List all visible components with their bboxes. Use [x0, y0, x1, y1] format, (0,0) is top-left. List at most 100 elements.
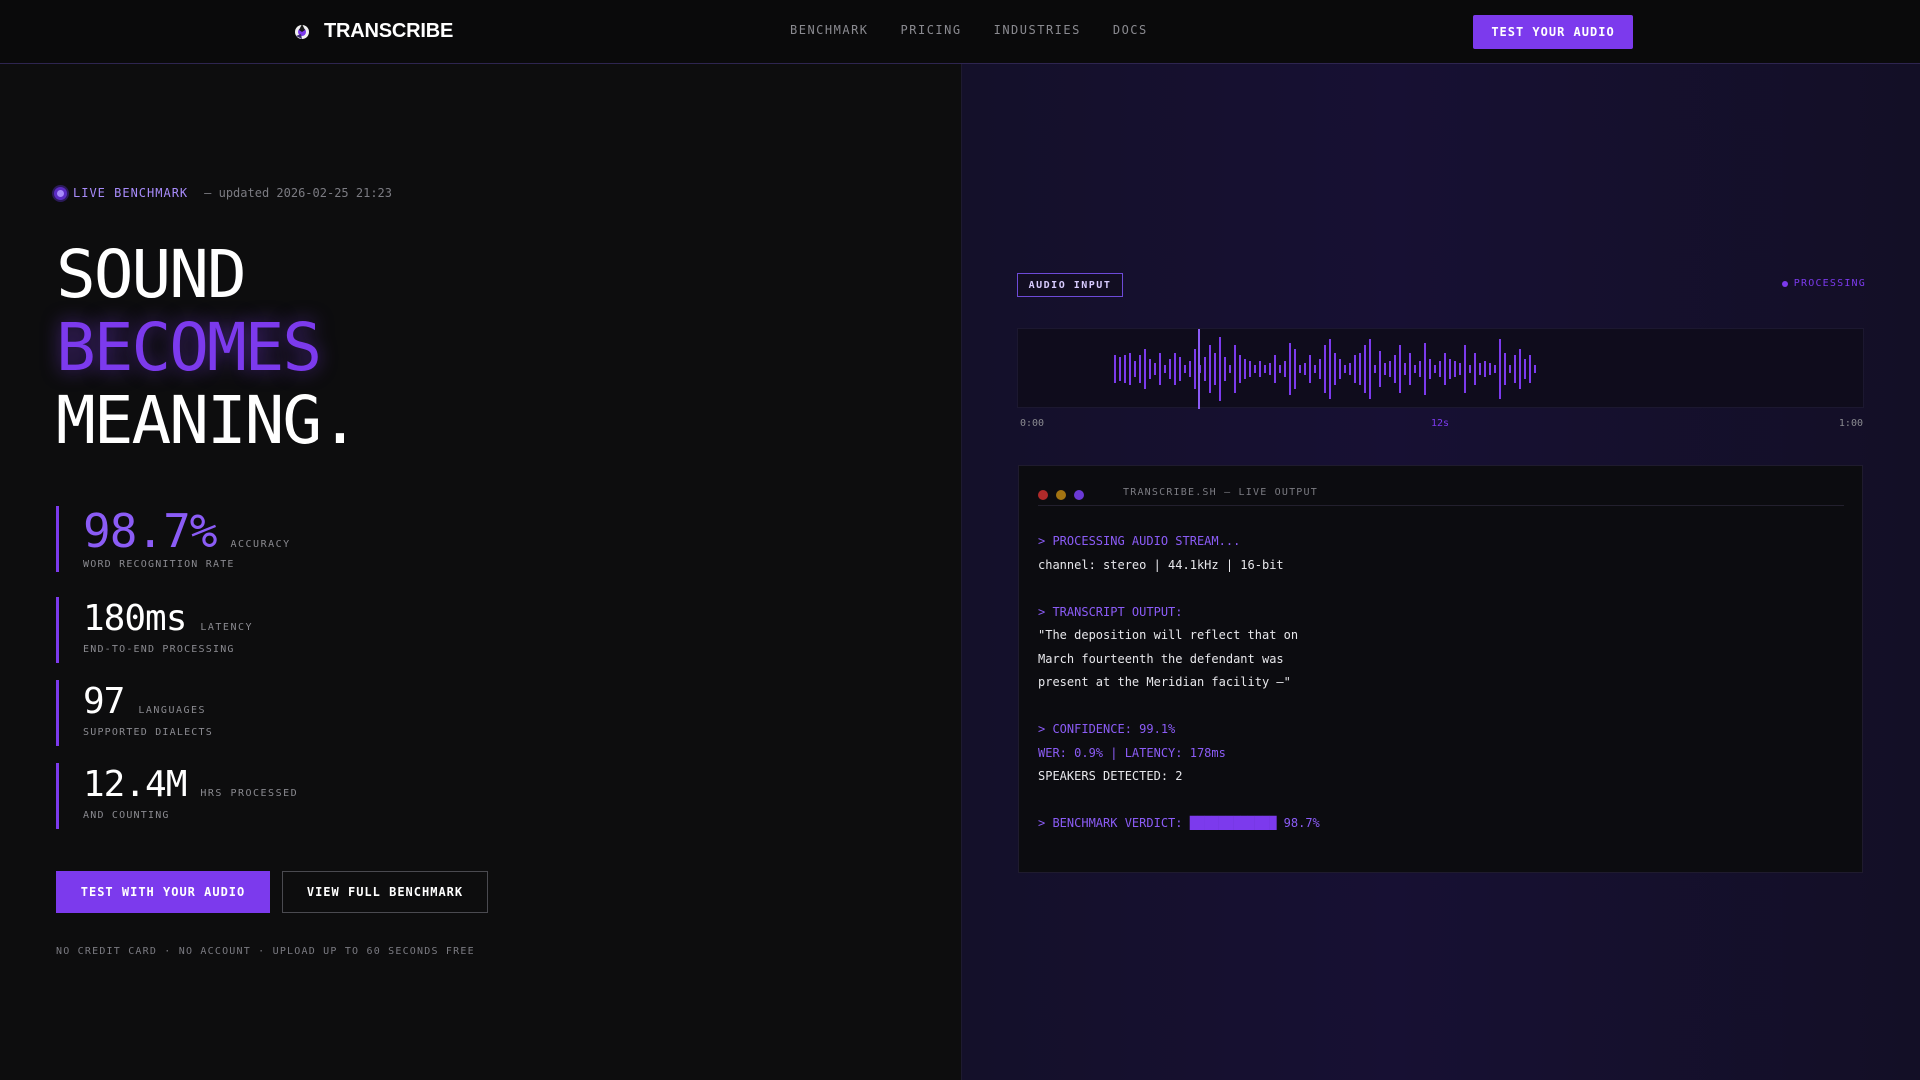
stat-sub: END-TO-END PROCESSING — [83, 644, 235, 655]
nav-link-docs[interactable]: DOCS — [1113, 23, 1148, 37]
updated-timestamp: — updated 2026-02-25 21:23 — [204, 186, 392, 200]
terminal-line: > TRANSCRIPT OUTPUT: — [1038, 604, 1183, 619]
wave-bar — [1184, 365, 1186, 373]
verdict-label: > BENCHMARK VERDICT: — [1038, 816, 1190, 830]
test-with-your-audio-button[interactable]: TEST WITH YOUR AUDIO — [56, 871, 270, 913]
stat-value: 180ms — [83, 598, 187, 639]
headline-line-1: SOUND — [56, 236, 247, 313]
wave-bar — [1259, 361, 1261, 377]
processing-label: PROCESSING — [1793, 278, 1866, 289]
nav-links: BENCHMARK PRICING INDUSTRIES DOCS — [790, 23, 1148, 37]
live-benchmark-indicator: LIVE BENCHMARK — updated 2026-02-25 21:2… — [54, 186, 392, 200]
wave-bar — [1214, 353, 1216, 385]
wave-bar — [1399, 345, 1401, 393]
wave-bar — [1364, 345, 1366, 393]
live-label: LIVE BENCHMARK — [73, 186, 189, 200]
time-end: 1:00 — [1838, 418, 1863, 429]
nav-link-pricing[interactable]: PRICING — [901, 23, 962, 37]
wave-bar — [1379, 351, 1381, 387]
wave-bar — [1114, 355, 1116, 383]
wave-bar — [1394, 355, 1396, 383]
live-dot-icon — [54, 186, 67, 200]
wave-bar — [1119, 357, 1121, 381]
wave-bar — [1254, 365, 1256, 373]
stat-value: 12.4M — [83, 764, 187, 805]
logo-icon — [292, 22, 312, 42]
time-start: 0:00 — [1020, 418, 1045, 429]
wave-bar — [1434, 365, 1436, 373]
wave-bar — [1284, 361, 1286, 377]
wave-bar — [1504, 353, 1506, 385]
wave-bar — [1299, 365, 1301, 373]
verdict-value: 98.7% — [1276, 816, 1320, 830]
wave-bar — [1219, 337, 1221, 401]
playhead[interactable] — [1198, 329, 1200, 409]
wave-bar — [1464, 345, 1466, 393]
terminal-line: March fourteenth the defendant was — [1038, 651, 1284, 666]
stat-accuracy: 98.7% ACCURACY WORD RECOGNITION RATE — [56, 506, 456, 572]
wave-bar — [1444, 353, 1446, 385]
stat-latency: 180ms LATENCY END-TO-END PROCESSING — [56, 597, 456, 663]
terminal-line: > CONFIDENCE: 99.1% — [1038, 722, 1176, 736]
wave-bar — [1454, 361, 1456, 377]
view-full-benchmark-button[interactable]: VIEW FULL BENCHMARK — [282, 871, 488, 913]
wave-bar — [1304, 363, 1306, 375]
audio-input-badge: AUDIO INPUT — [1017, 273, 1123, 297]
minimize-dot-icon — [1056, 490, 1066, 500]
wave-bar — [1244, 359, 1246, 379]
wave-bar — [1404, 363, 1406, 375]
wave-bar — [1534, 365, 1536, 373]
time-current: 12s — [1431, 418, 1450, 429]
stat-unit: HRS PROCESSED — [200, 788, 299, 799]
wave-bar — [1249, 361, 1251, 377]
wave-bar — [1439, 361, 1441, 377]
wave-bar — [1139, 355, 1141, 383]
top-nav: TRANSCRIBE BENCHMARK PRICING INDUSTRIES … — [0, 0, 1920, 64]
wave-bar — [1294, 349, 1296, 389]
wave-bar — [1514, 355, 1516, 383]
wave-bar — [1449, 359, 1451, 379]
wave-bar — [1154, 363, 1156, 375]
wave-bar — [1204, 357, 1206, 381]
terminal-line: channel: stereo | 44.1kHz | 16-bit — [1038, 557, 1284, 572]
wave-bar — [1334, 353, 1336, 385]
wave-bar — [1309, 355, 1311, 383]
wave-bar — [1484, 361, 1486, 377]
wave-bar — [1129, 353, 1131, 385]
nav-link-industries[interactable]: INDUSTRIES — [994, 23, 1081, 37]
wave-bar — [1469, 365, 1471, 373]
wave-bar — [1159, 353, 1161, 385]
wave-bar — [1494, 365, 1496, 373]
stat-sub: SUPPORTED DIALECTS — [83, 727, 213, 738]
wave-bar — [1459, 363, 1461, 375]
fineprint: NO CREDIT CARD · NO ACCOUNT · UPLOAD UP … — [56, 946, 475, 957]
verdict-bar: ████████████ — [1189, 816, 1277, 830]
test-your-audio-button[interactable]: TEST YOUR AUDIO — [1473, 15, 1633, 49]
wave-bar — [1164, 365, 1166, 373]
waveform-graphic — [1114, 329, 1536, 409]
wave-bar — [1499, 339, 1501, 399]
terminal-line: present at the Meridian facility —" — [1038, 675, 1291, 689]
wave-bar — [1169, 359, 1171, 379]
wave-bar — [1319, 359, 1321, 379]
wave-bar — [1224, 357, 1226, 381]
brand[interactable]: TRANSCRIBE — [292, 20, 453, 43]
wave-bar — [1269, 363, 1271, 375]
wave-bar — [1264, 365, 1266, 373]
wave-bar — [1149, 359, 1151, 379]
wave-bar — [1189, 361, 1191, 377]
maximize-dot-icon — [1074, 490, 1084, 500]
wave-bar — [1314, 365, 1316, 373]
terminal-line: > PROCESSING AUDIO STREAM... — [1038, 534, 1241, 548]
wave-bar — [1519, 349, 1521, 389]
wave-bar — [1369, 339, 1371, 399]
wave-bar — [1329, 339, 1331, 399]
audio-waveform[interactable] — [1017, 328, 1864, 409]
nav-link-benchmark[interactable]: BENCHMARK — [790, 23, 869, 37]
wave-bar — [1194, 349, 1196, 389]
stat-languages: 97 LANGUAGES SUPPORTED DIALECTS — [56, 680, 456, 746]
live-output-terminal: TRANSCRIBE.SH — LIVE OUTPUT > PROCESSING… — [1018, 465, 1863, 873]
wave-bar — [1389, 361, 1391, 377]
headline-line-3: MEANING. — [56, 382, 360, 459]
